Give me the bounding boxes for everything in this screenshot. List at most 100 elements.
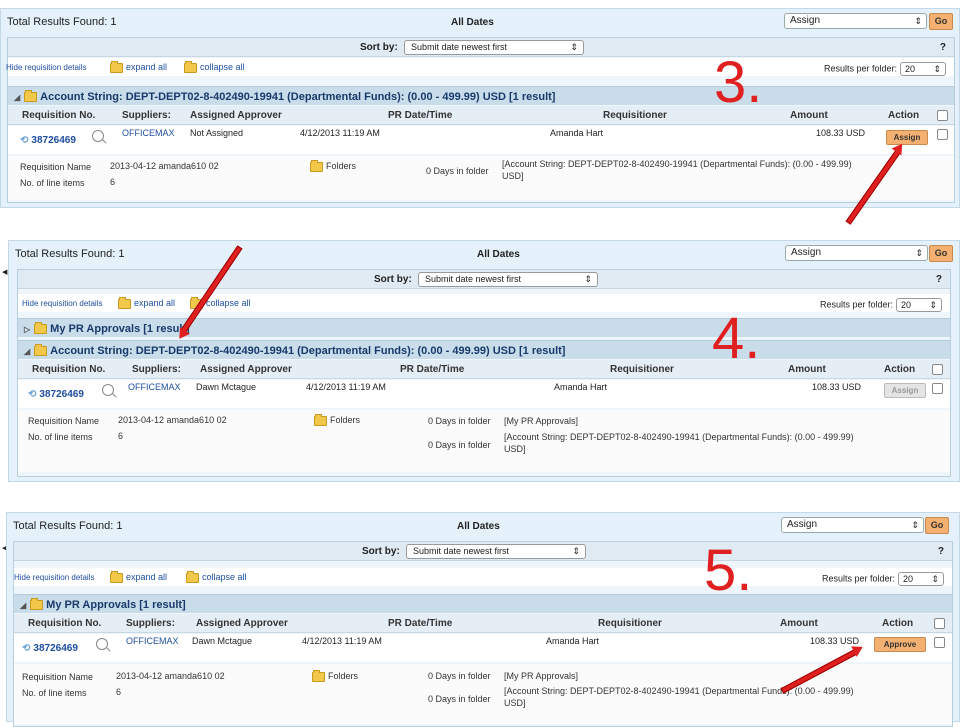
expand-all-label: expand all [126,572,168,582]
expand-all-link[interactable]: expand all [110,60,167,73]
pr-date-value: 4/12/2013 11:19 AM [306,382,386,392]
supplier-link[interactable]: OFFICEMAX [126,636,179,646]
row-checkbox[interactable] [937,129,948,140]
results-header: Total Results Found: 1 All Dates Assign ⇕… [7,513,959,539]
assign-select[interactable]: Assign ⇕ [781,517,924,533]
select-all-checkbox[interactable] [932,364,943,375]
link-row: Hide requisition details expand all coll… [6,58,954,76]
requisition-number-link[interactable]: ⟲ 38726469 [22,643,78,654]
select-arrow-icon: ⇕ [911,520,919,530]
collapse-triangle-icon[interactable]: ◢ [14,93,20,102]
select-all-checkbox[interactable] [934,618,945,629]
column-header-row: Requisition No. Suppliers: Assigned Appr… [18,360,950,379]
folder-icon [184,60,197,73]
sort-value: Submit date newest first [411,42,508,52]
results-per-folder-select[interactable]: 20 ⇕ [900,62,946,76]
hide-details-link[interactable]: Hide requisition details [14,573,95,582]
row-checkbox[interactable] [932,383,943,394]
expand-triangle-icon[interactable]: ▷ [24,325,30,334]
collapse-triangle-icon[interactable]: ◢ [20,601,26,610]
collapse-all-link[interactable]: collapse all [184,60,245,73]
group-title: ◢ Account String: DEPT-DEPT02-8-402490-19… [24,344,565,357]
select-arrow-icon: ⇕ [572,546,580,556]
assign-select[interactable]: Assign ⇕ [784,13,927,29]
select-arrow-icon: ⇕ [933,64,941,74]
assign-select-value: Assign [791,247,822,258]
days-in-folder-1: 0 Days in folder [428,416,491,426]
assign-select-value: Assign [790,15,821,26]
help-icon[interactable]: ? [938,546,944,557]
hide-details-link[interactable]: Hide requisition details [6,63,87,72]
line-items-label: No. of line items [20,178,85,188]
folder-pr-approvals: [My PR Approvals] [504,416,579,426]
col-action: Action [888,110,920,121]
collapse-all-link[interactable]: collapse all [186,570,247,583]
total-results: Total Results Found: 1 [13,520,123,532]
step-number-4: 4. [712,306,761,371]
group-account-string[interactable]: ◢ Account String: DEPT-DEPT02-8-402490-19… [8,86,954,105]
folder-icon [34,322,48,335]
collapse-triangle-icon[interactable]: ◢ [24,347,30,356]
req-name-value: 2013-04-12 amanda610 02 [110,161,219,171]
results-per-folder-select[interactable]: 20 ⇕ [898,572,944,586]
folder-icon [312,669,325,682]
amount-value: 108.33 USD [816,128,866,138]
supplier-link[interactable]: OFFICEMAX [122,128,175,138]
go-button[interactable]: Go [929,13,953,30]
go-button[interactable]: Go [925,517,949,534]
sort-label: Sort by: [360,42,398,53]
sort-select[interactable]: Submit date newest first ⇕ [406,544,586,559]
results-per-folder-select[interactable]: 20 ⇕ [896,298,942,312]
magnify-icon[interactable] [102,384,114,396]
group-account-string[interactable]: ◢ Account String: DEPT-DEPT02-8-402490-19… [18,340,950,359]
results-per-folder: Results per folder: 20 ⇕ [822,572,944,586]
folder-open-icon [30,598,44,611]
hide-details-link[interactable]: Hide requisition details [22,299,103,308]
col-req-no: Requisition No. [28,618,102,629]
requisition-number-link[interactable]: ⟲ 38726469 [28,389,84,400]
sort-select[interactable]: Submit date newest first ⇕ [404,40,584,55]
help-icon[interactable]: ? [940,42,946,53]
assign-select[interactable]: Assign ⇕ [785,245,928,261]
folder-icon [186,570,199,583]
days-in-folder-2: 0 Days in folder [428,440,491,450]
supplier-link[interactable]: OFFICEMAX [128,382,181,392]
link-row: Hide requisition details expand all coll… [14,568,952,586]
approver-value: Dawn Mctague [192,636,253,646]
sort-label: Sort by: [362,546,400,557]
col-approver: Assigned Approver [190,110,282,121]
row-checkbox[interactable] [934,637,945,648]
expand-all-link[interactable]: expand all [110,570,168,583]
req-name-label: Requisition Name [22,672,94,682]
sort-select[interactable]: Submit date newest first ⇕ [418,272,598,287]
assign-button[interactable]: Assign [886,130,928,145]
folders-label: Folders [312,669,359,682]
folder-open-icon [110,60,123,73]
select-arrow-icon: ⇕ [584,274,592,284]
collapse-all-label: collapse all [206,298,251,308]
total-results: Total Results Found: 1 [15,248,125,260]
col-req-no: Requisition No. [32,364,106,375]
group-title-text: My PR Approvals [1 result] [46,599,186,611]
approve-button[interactable]: Approve [874,637,926,652]
magnify-icon[interactable] [96,638,108,650]
rpf-value: 20 [905,64,916,74]
panel-step-3: Total Results Found: 1 All Dates Assign ⇕… [0,8,960,208]
select-all-checkbox[interactable] [937,110,948,121]
expand-all-link[interactable]: expand all [118,296,175,309]
results-container: Sort by: Submit date newest first ⇕ ? Hid… [6,37,955,203]
col-requisitioner: Requisitioner [603,110,667,121]
group-my-pr-approvals[interactable]: ▷ My PR Approvals [1 result] [18,318,950,337]
group-my-pr-approvals[interactable]: ◢ My PR Approvals [1 result] [14,594,952,613]
magnify-icon[interactable] [92,130,104,142]
col-action: Action [884,364,916,375]
help-icon[interactable]: ? [936,274,942,285]
assign-button-disabled: Assign [884,383,926,398]
folders-text: Folders [328,671,359,681]
step-number-3: 3. [714,50,763,115]
req-name-value: 2013-04-12 amanda610 02 [116,671,225,681]
go-button[interactable]: Go [929,245,953,262]
total-results: Total Results Found: 1 [7,16,117,28]
requisition-number-link[interactable]: ⟲ 38726469 [20,135,76,146]
results-per-folder: Results per folder: 20 ⇕ [820,298,942,312]
